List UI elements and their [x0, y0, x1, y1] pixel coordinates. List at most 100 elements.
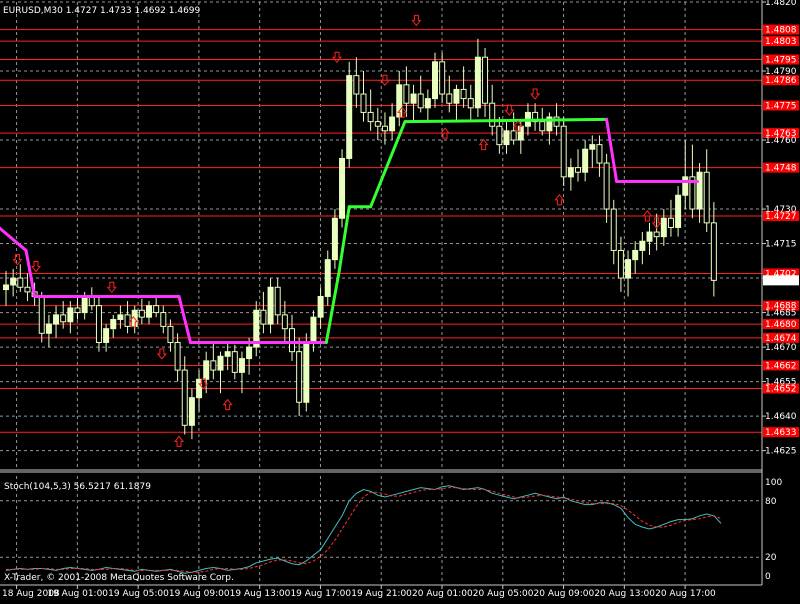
- candle-body: [103, 328, 110, 343]
- y-tick-label: 1.4760: [765, 136, 797, 146]
- candle-body: [710, 222, 717, 281]
- candle-body: [217, 355, 224, 371]
- chart-window: 1.4808 1.4803 1.4795 1.4786 1.4775 1.4763 1.47…: [0, 0, 800, 600]
- candle-body: [703, 171, 710, 224]
- candle-body: [246, 346, 253, 360]
- x-tick-label: 19 Aug 17:00: [290, 589, 351, 599]
- x-tick-label: 20 Aug 13:00: [594, 589, 655, 599]
- candle-body: [331, 217, 338, 261]
- y-tick-label: 1.4790: [765, 67, 797, 77]
- y-tick-label: 1.4730: [765, 205, 797, 215]
- candle-body: [482, 56, 489, 104]
- candle-body: [625, 259, 632, 279]
- candle-body: [3, 284, 9, 291]
- level-label: 1.4808: [765, 26, 797, 36]
- candle-body: [281, 314, 288, 330]
- level-label: 1.4748: [765, 164, 797, 174]
- candle-body: [38, 295, 45, 334]
- candle-body: [53, 314, 60, 325]
- level-label: 1.4662: [765, 361, 797, 371]
- candle-body: [374, 121, 381, 127]
- candle-body: [560, 125, 567, 178]
- candle-body: [460, 88, 467, 100]
- candle-body: [567, 167, 574, 178]
- candle-body: [675, 194, 682, 228]
- x-tick-label: 20 Aug 09:00: [534, 589, 595, 599]
- candle-body: [231, 351, 238, 373]
- level-label: 1.4680: [765, 320, 797, 330]
- candle-body: [381, 125, 388, 132]
- candle-body: [303, 341, 310, 403]
- stoch-tick-label: 0: [765, 572, 771, 582]
- candle-body: [167, 325, 174, 343]
- y-tick-label: 1.4670: [765, 343, 797, 353]
- candle-body: [138, 309, 145, 318]
- main-chart-title: EURUSD,M30 1.4727 1.4733 1.4692 1.4699: [3, 6, 201, 16]
- candle-body: [496, 125, 503, 146]
- candle-body: [95, 305, 102, 343]
- candle-body: [267, 286, 274, 325]
- candle-body: [360, 93, 367, 113]
- level-label: 1.4786: [765, 76, 797, 86]
- y-tick-label: 1.4655: [765, 378, 797, 388]
- candle-body: [10, 277, 17, 286]
- candle-body: [453, 88, 460, 104]
- candle-body: [146, 305, 152, 318]
- candle-body: [110, 318, 117, 330]
- candle-body: [467, 98, 474, 109]
- y-tick-label: 1.4625: [765, 447, 797, 457]
- candle-body: [517, 125, 524, 141]
- candle-body: [346, 75, 353, 159]
- candle-body: [24, 286, 31, 293]
- candle-body: [289, 328, 295, 353]
- candle-body: [117, 314, 124, 320]
- candle-body: [196, 378, 203, 399]
- candle-body: [45, 323, 52, 334]
- candle-body: [124, 314, 131, 327]
- candle-body: [153, 305, 160, 314]
- y-tick-label: 1.4820: [765, 0, 797, 8]
- candle-body: [160, 312, 167, 327]
- stochastic-title: Stoch(104,5,3) 56.5217 61.1879: [4, 482, 151, 492]
- candle-body: [181, 369, 188, 426]
- x-tick-label: 20 Aug 05:00: [473, 589, 534, 599]
- candle-body: [317, 295, 324, 318]
- x-tick-label: 20 Aug 01:00: [412, 589, 473, 599]
- chart-canvas: 1.48081.48031.47951.47861.47751.47631.47…: [0, 0, 800, 600]
- candle-body: [353, 75, 360, 95]
- candle-body: [410, 93, 417, 104]
- candle-body: [439, 61, 446, 95]
- candle-body: [474, 56, 481, 109]
- x-tick-label: 19 Aug 09:00: [169, 589, 230, 599]
- level-label: 1.4775: [765, 102, 797, 112]
- candle-body: [503, 130, 510, 146]
- candle-body: [17, 277, 24, 288]
- x-tick-label: 19 Aug 05:00: [108, 589, 169, 599]
- candle-body: [60, 314, 67, 323]
- candle-body: [575, 167, 581, 173]
- candle-body: [539, 121, 546, 132]
- candle-body: [203, 360, 210, 380]
- candle-body: [432, 61, 438, 100]
- candle-body: [489, 102, 496, 127]
- candle-body: [417, 93, 424, 109]
- stoch-tick-label: 100: [765, 478, 782, 488]
- candle-body: [367, 111, 374, 123]
- candle-body: [274, 286, 281, 316]
- candle-body: [696, 171, 703, 210]
- candle-body: [260, 309, 267, 325]
- candle-body: [603, 162, 610, 210]
- stoch-tick-label: 80: [765, 497, 777, 507]
- candle-body: [339, 157, 346, 219]
- y-tick-label: 1.4685: [765, 309, 797, 319]
- candle-body: [610, 208, 617, 251]
- candle-body: [582, 148, 589, 173]
- level-label: 1.4803: [765, 37, 797, 47]
- current-price-label: 1.4699: [765, 276, 797, 286]
- candle-body: [188, 397, 195, 426]
- candle-body: [646, 231, 653, 242]
- x-tick-label: 19 Aug 01:00: [47, 589, 108, 599]
- y-tick-label: 1.4715: [765, 240, 797, 250]
- candle-body: [74, 307, 81, 314]
- stoch-tick-label: 20: [765, 553, 777, 563]
